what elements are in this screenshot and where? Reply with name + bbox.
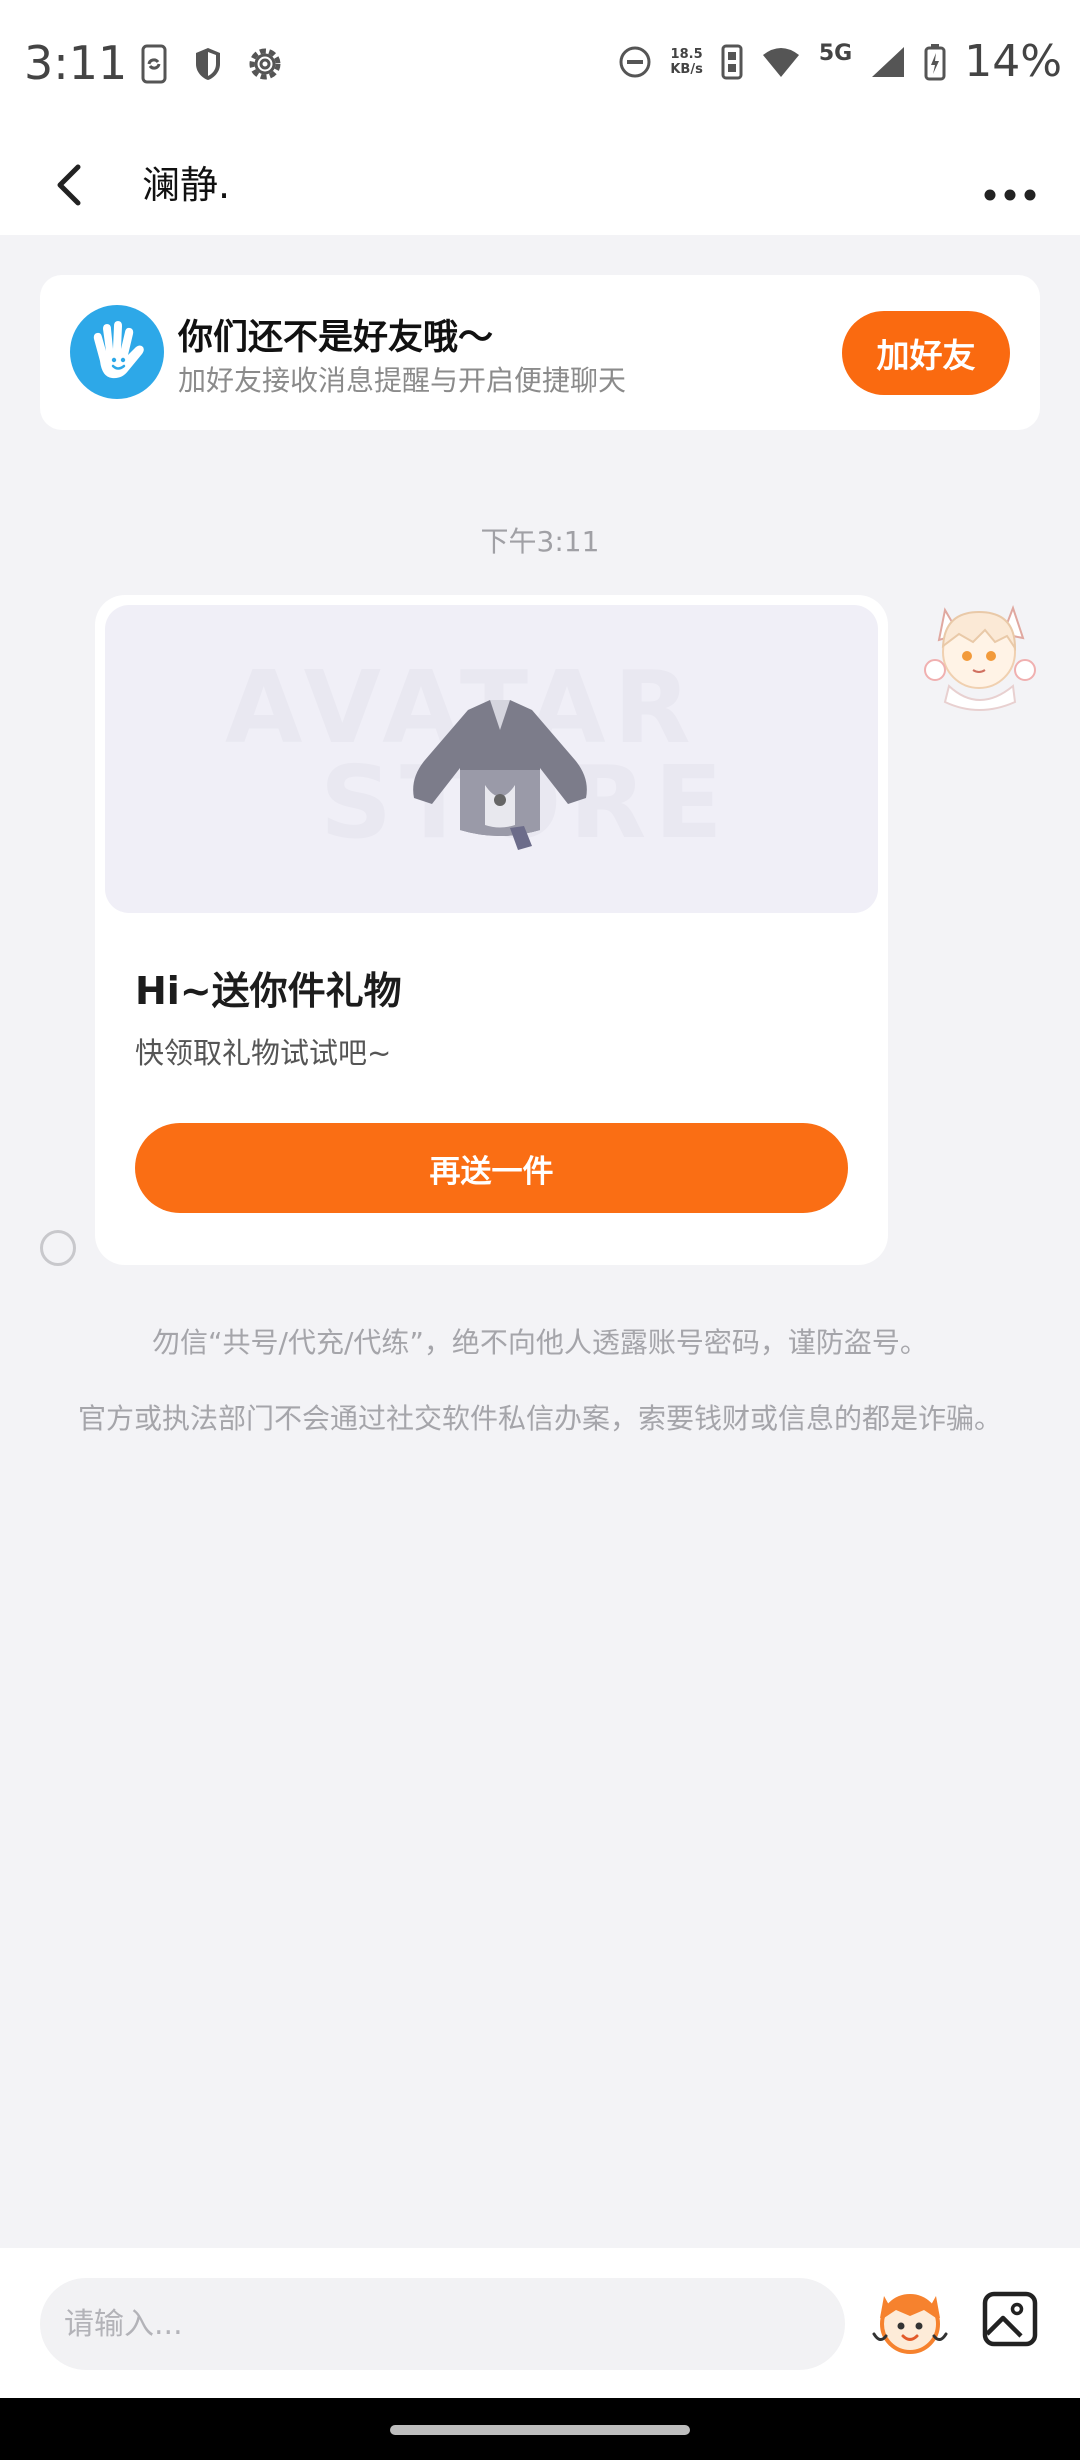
image-picture-icon bbox=[982, 2291, 1038, 2347]
status-left-icons bbox=[138, 44, 284, 84]
sender-avatar[interactable] bbox=[915, 590, 1045, 720]
battery-percent: 14% bbox=[964, 36, 1062, 87]
network-speed: 18.5 KB/s bbox=[670, 46, 703, 77]
shield-icon bbox=[196, 48, 220, 80]
status-bar: 3:11 18.5 KB/s 5G 14% bbox=[0, 0, 1080, 135]
send-another-gift-button[interactable]: 再送一件 bbox=[135, 1123, 848, 1213]
battery-icon bbox=[924, 43, 946, 80]
emoji-face-icon bbox=[872, 2294, 948, 2354]
phone-sync-icon bbox=[141, 44, 167, 84]
gift-image: AVATAR STORE bbox=[105, 605, 878, 913]
status-time: 3:11 bbox=[24, 36, 128, 90]
chevron-left-icon bbox=[57, 164, 81, 206]
status-right-icons: 18.5 KB/s 5G 14% bbox=[618, 36, 1062, 87]
network-type: 5G bbox=[818, 41, 853, 66]
settings-gear-icon bbox=[249, 48, 281, 80]
wifi-icon bbox=[762, 47, 799, 77]
home-gesture-handle[interactable] bbox=[390, 2425, 690, 2435]
banner-title: 你们还不是好友哦～ bbox=[178, 318, 494, 358]
gift-card-message[interactable]: AVATAR STORE Hi~送你件礼物 快领取礼物试试吧~ 再送一件 bbox=[95, 595, 888, 1265]
emoji-sticker-button[interactable] bbox=[870, 2278, 950, 2358]
security-notice-1: 勿信“共号/代充/代练”，绝不向他人透露账号密码，谨防盗号。 bbox=[152, 1326, 928, 1359]
banner-subtitle: 加好友接收消息提醒与开启便捷聊天 bbox=[178, 364, 627, 397]
wave-hand-icon bbox=[70, 305, 164, 399]
chat-header: 澜静. bbox=[0, 135, 1080, 235]
jacket-icon bbox=[413, 700, 587, 850]
message-input-bar bbox=[0, 2248, 1080, 2398]
add-friend-button[interactable]: 加好友 bbox=[842, 311, 1010, 395]
gift-card-subtitle: 快领取礼物试试吧~ bbox=[135, 1036, 392, 1070]
more-options-button[interactable] bbox=[975, 155, 1045, 215]
system-navigation-bar bbox=[0, 2398, 1080, 2460]
back-button[interactable] bbox=[44, 155, 104, 215]
send-image-button[interactable] bbox=[975, 2278, 1045, 2358]
sim-icon bbox=[721, 44, 743, 79]
signal-icon bbox=[872, 46, 905, 77]
message-timestamp: 下午3:11 bbox=[480, 525, 600, 558]
dnd-icon bbox=[619, 46, 651, 77]
more-dots-icon bbox=[984, 189, 1036, 201]
message-input[interactable] bbox=[40, 2278, 845, 2370]
chat-title: 澜静. bbox=[142, 163, 231, 207]
select-message-radio[interactable] bbox=[40, 1230, 76, 1266]
security-notice-2: 官方或执法部门不会通过社交软件私信办案，索要钱财或信息的都是诈骗。 bbox=[77, 1402, 1002, 1435]
gift-card-title: Hi~送你件礼物 bbox=[135, 969, 402, 1013]
not-friends-banner: 你们还不是好友哦～ 加好友接收消息提醒与开启便捷聊天 加好友 bbox=[40, 275, 1040, 430]
